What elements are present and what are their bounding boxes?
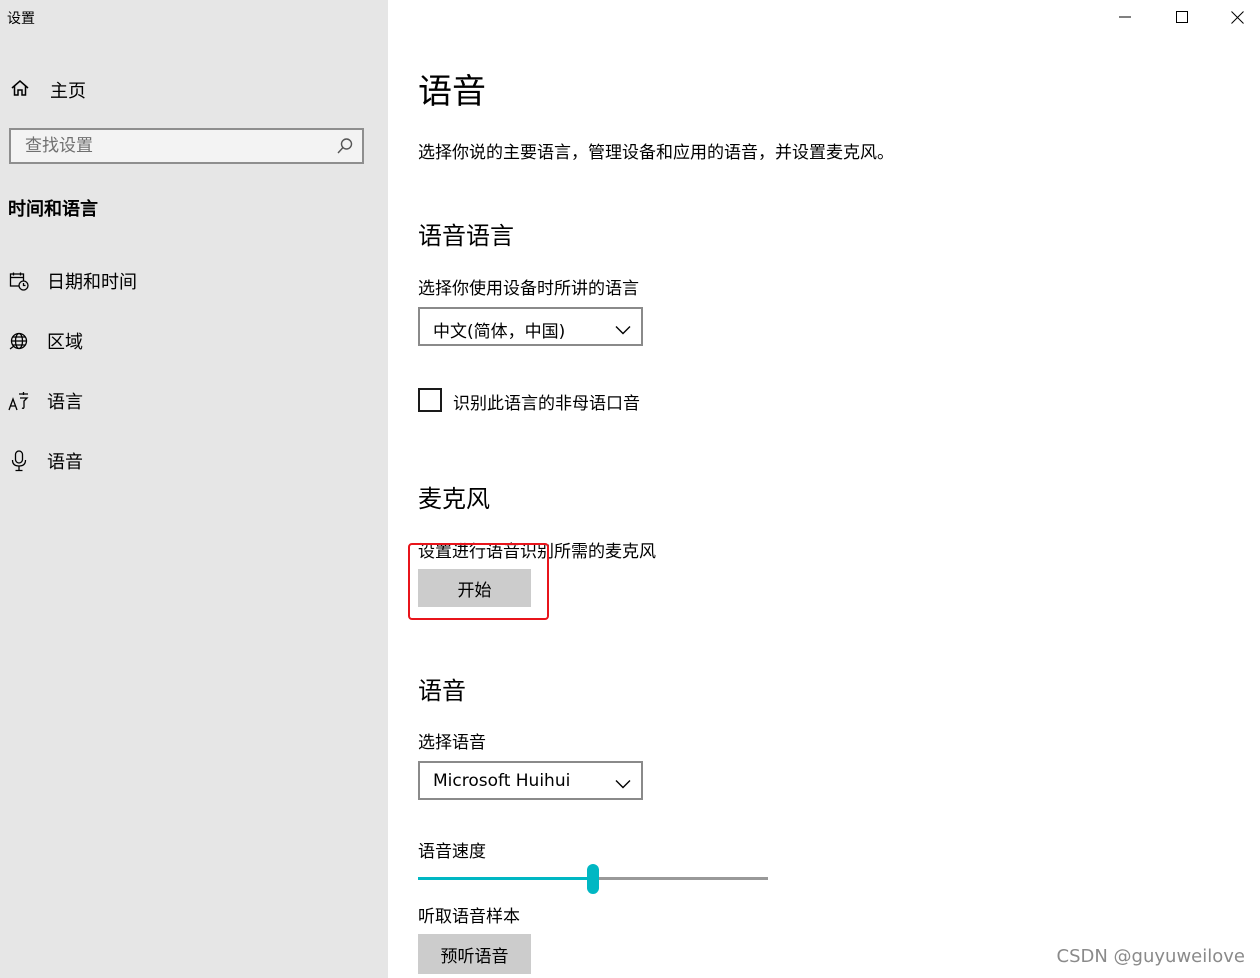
search-input[interactable] [11,130,345,162]
language-icon [8,390,30,412]
sidebar-item-date-time[interactable]: 日期和时间 [8,268,137,294]
maximize-icon [1176,11,1188,23]
voice-sample-label: 听取语音样本 [418,907,520,927]
speech-language-value: 中文(简体，中国) [433,322,566,342]
speech-language-dropdown[interactable]: 中文(简体，中国) [418,307,643,346]
non-native-accent-label[interactable]: 识别此语言的非母语口音 [453,389,640,414]
globe-icon [8,330,30,352]
minimize-button[interactable] [1102,0,1148,34]
sidebar-item-speech[interactable]: 语音 [8,448,83,474]
home-label: 主页 [50,81,86,102]
voice-value: Microsoft Huihui [433,771,571,791]
voice-dropdown[interactable]: Microsoft Huihui [418,761,643,800]
search-box[interactable] [9,128,364,164]
voice-speed-label: 语音速度 [418,842,486,862]
app-title: 设置 [7,11,35,27]
sidebar-item-label: 语言 [47,392,83,413]
close-button[interactable] [1214,0,1260,34]
sidebar-item-region[interactable]: 区域 [8,328,83,354]
page-description: 选择你说的主要语言，管理设备和应用的语音，并设置麦克风。 [418,143,894,163]
slider-thumb[interactable] [587,864,599,894]
maximize-button[interactable] [1159,0,1205,34]
watermark: CSDN @guyuweilove [1056,946,1245,967]
sidebar-item-label: 区域 [47,332,83,353]
voice-speed-slider[interactable] [418,862,768,896]
home-nav-item[interactable]: 主页 [10,77,86,103]
non-native-accent-checkbox[interactable] [418,388,442,412]
slider-track-empty [593,877,768,880]
voice-select-label: 选择语音 [418,733,486,753]
speech-language-heading: 语音语言 [418,222,514,250]
slider-track-filled [418,877,593,880]
voice-heading: 语音 [418,677,466,705]
sidebar-item-language[interactable]: 语言 [8,388,83,414]
search-icon[interactable] [336,137,354,159]
section-title: 时间和语言 [8,199,98,220]
speech-language-label: 选择你使用设备时所讲的语言 [418,279,639,299]
sidebar: 设置 主页 时间和语言 日期和时间 [0,0,388,978]
preview-voice-button[interactable]: 预听语音 [418,934,531,974]
home-icon [10,78,30,102]
sidebar-item-label: 语音 [47,452,83,473]
highlight-annotation-box [408,543,549,620]
chevron-down-icon [615,320,631,339]
date-time-icon [8,270,30,292]
close-icon [1230,10,1244,24]
minimize-icon [1119,16,1131,18]
microphone-heading: 麦克风 [418,485,490,513]
microphone-icon [8,450,30,472]
sidebar-item-label: 日期和时间 [47,272,137,293]
chevron-down-icon [615,774,631,793]
page-title: 语音 [418,72,486,112]
